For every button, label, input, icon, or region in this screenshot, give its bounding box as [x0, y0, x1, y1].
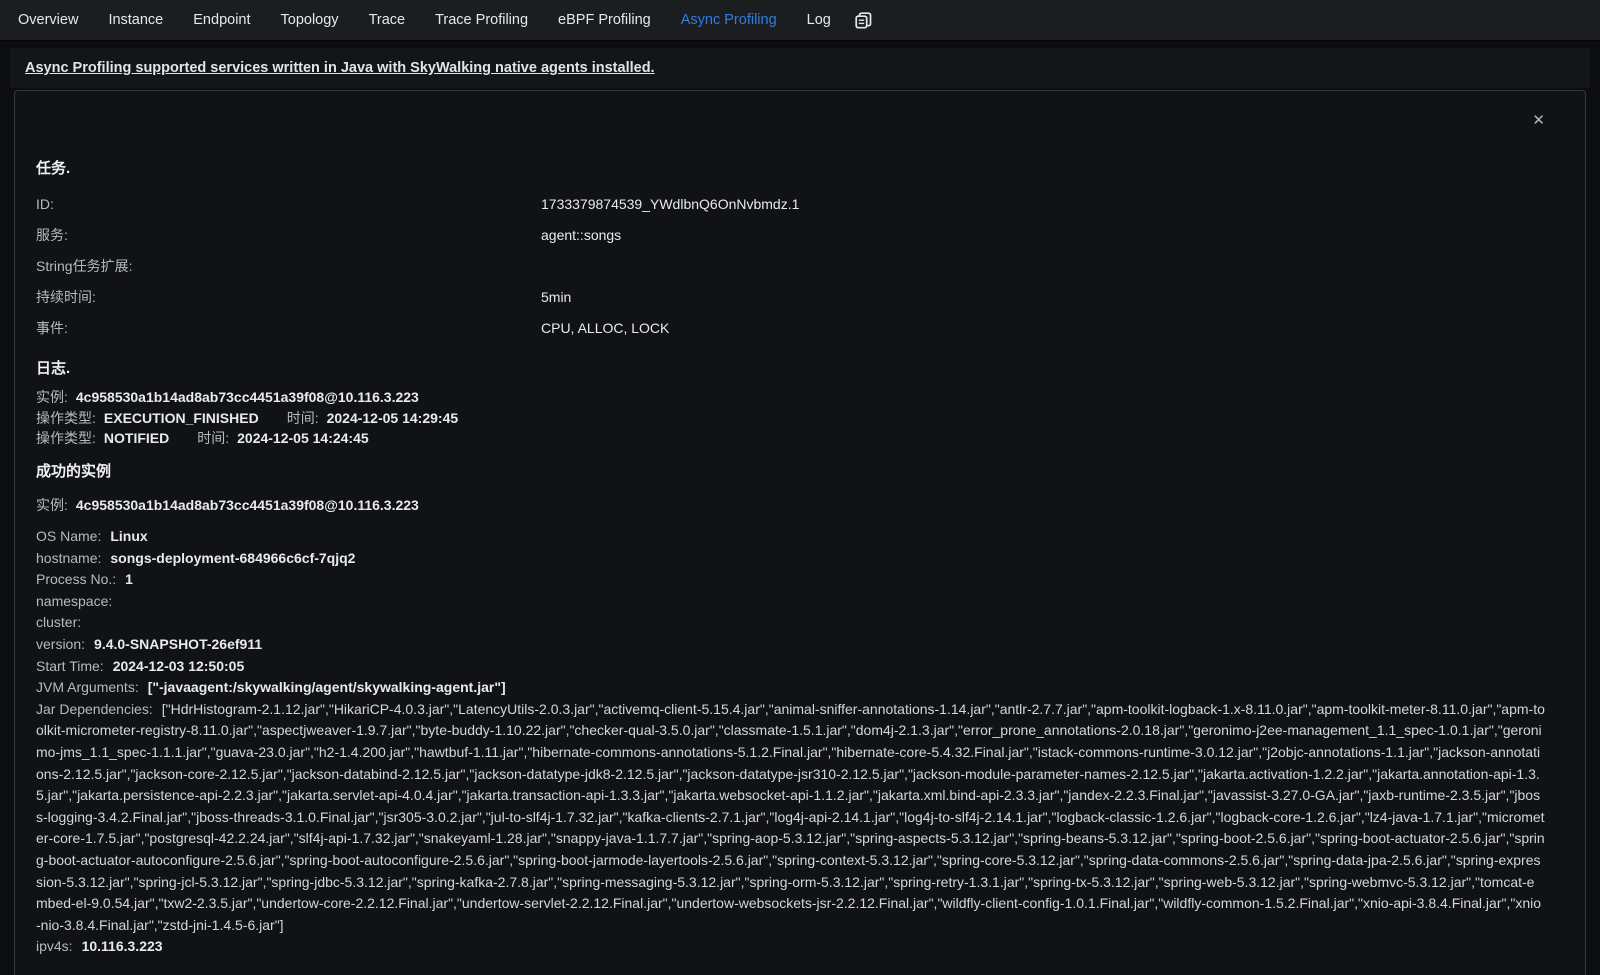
task-fields: ID: 1733379874539_YWdlbnQ6OnNvbmdz.1 服务:… [36, 188, 1545, 343]
top-nav: Overview Instance Endpoint Topology Trac… [0, 0, 1600, 41]
nav-tab[interactable]: Async Profiling [681, 12, 777, 28]
attribute-label: JVM Arguments: [36, 679, 139, 695]
instance-label: 实例: [36, 389, 68, 405]
attribute-row: Start Time: 2024-12-03 12:50:05 [36, 656, 1545, 678]
task-field-row: 事件: CPU, ALLOC, LOCK [36, 312, 1545, 343]
field-label: String任务扩展: [36, 256, 541, 276]
field-label: 持续时间: [36, 287, 541, 307]
field-value: agent::songs [541, 227, 621, 243]
task-field-row: String任务扩展: [36, 250, 1545, 281]
attribute-label: OS Name: [36, 528, 101, 544]
logs-section-title: 日志. [36, 357, 1545, 378]
field-value: 1733379874539_YWdlbnQ6OnNvbmdz.1 [541, 196, 799, 212]
nav-tab[interactable]: Overview [18, 12, 78, 28]
nav-tab[interactable]: Trace Profiling [435, 12, 528, 28]
attribute-label: hostname: [36, 550, 101, 566]
field-label: 事件: [36, 318, 541, 338]
log-instance-row: 实例: 4c958530a1b14ad8ab73cc4451a39f08@10.1… [36, 387, 1545, 408]
instance-attributes: OS Name: Linux hostname: songs-deployment-… [36, 526, 1545, 958]
attribute-value: Linux [110, 528, 147, 544]
task-field-row: ID: 1733379874539_YWdlbnQ6OnNvbmdz.1 [36, 188, 1545, 219]
nav-tab[interactable]: Log [807, 12, 831, 28]
log-entry-row: 操作类型: EXECUTION_FINISHED 时间: 2024-12-05 14:… [36, 408, 1545, 429]
attribute-value: 2024-12-03 12:50:05 [113, 658, 245, 674]
operation-type-value: EXECUTION_FINISHED [104, 410, 259, 426]
attribute-label: ipv4s: [36, 938, 73, 954]
attribute-row: ipv4s: 10.116.3.223 [36, 936, 1545, 958]
time-value: 2024-12-05 14:24:45 [237, 430, 369, 446]
success-instance-row: 实例: 4c958530a1b14ad8ab73cc4451a39f08@10.1… [36, 495, 1545, 516]
instance-value: 4c958530a1b14ad8ab73cc4451a39f08@10.116.… [76, 497, 419, 513]
time-label: 时间: [197, 430, 229, 446]
attribute-row: cluster: [36, 612, 1545, 634]
attribute-label: namespace: [36, 593, 112, 609]
attribute-value: ["-javaagent:/skywalking/agent/skywalkin… [148, 679, 506, 695]
nav-tab[interactable]: Topology [281, 12, 339, 28]
task-section-title: 任务. [36, 157, 1545, 178]
attribute-value: ["HdrHistogram-2.1.12.jar","HikariCP-4.0… [36, 701, 1545, 933]
task-field-row: 持续时间: 5min [36, 281, 1545, 312]
attribute-label: cluster: [36, 614, 81, 630]
nav-tab[interactable]: Endpoint [193, 12, 250, 28]
attribute-value: songs-deployment-684966c6cf-7qjq2 [110, 550, 355, 566]
attribute-value: 9.4.0-SNAPSHOT-26ef911 [94, 636, 262, 652]
time-label: 时间: [287, 410, 319, 426]
log-entry-row: 操作类型: NOTIFIED 时间: 2024-12-05 14:24:45 [36, 428, 1545, 449]
copy-docs-icon[interactable] [855, 12, 872, 29]
success-section-title: 成功的实例 [36, 460, 1545, 481]
log-entries: 操作类型: EXECUTION_FINISHED 时间: 2024-12-05 14:… [36, 408, 1545, 449]
operation-type-label: 操作类型: [36, 410, 96, 426]
attribute-value: 1 [125, 571, 133, 587]
task-field-row: 服务: agent::songs [36, 219, 1545, 250]
attribute-label: Start Time: [36, 658, 104, 674]
attribute-row: OS Name: Linux [36, 526, 1545, 548]
operation-type-label: 操作类型: [36, 430, 96, 446]
attribute-value: 10.116.3.223 [82, 938, 163, 954]
supported-services-link[interactable]: Async Profiling supported services writt… [25, 60, 655, 76]
nav-tab[interactable]: Instance [108, 12, 163, 28]
attribute-row: JVM Arguments: ["-javaagent:/skywalking/a… [36, 677, 1545, 699]
close-icon[interactable]: ✕ [1532, 113, 1545, 128]
instance-value: 4c958530a1b14ad8ab73cc4451a39f08@10.116.… [76, 389, 419, 405]
field-value: CPU, ALLOC, LOCK [541, 320, 669, 336]
attribute-label: Jar Dependencies: [36, 701, 153, 717]
attribute-row: hostname: songs-deployment-684966c6cf-7qj… [36, 548, 1545, 570]
banner: Async Profiling supported services writt… [10, 48, 1590, 88]
field-label: ID: [36, 196, 541, 212]
attribute-row: version: 9.4.0-SNAPSHOT-26ef911 [36, 634, 1545, 656]
attribute-row: namespace: [36, 591, 1545, 613]
operation-type-value: NOTIFIED [104, 430, 169, 446]
field-value: 5min [541, 289, 571, 305]
attribute-row: Process No.: 1 [36, 569, 1545, 591]
attribute-label: version: [36, 636, 85, 652]
task-detail-panel: ✕ 任务. ID: 1733379874539_YWdlbnQ6OnNvbmdz… [14, 90, 1586, 975]
instance-label: 实例: [36, 497, 68, 513]
field-label: 服务: [36, 225, 541, 245]
nav-tabs: Overview Instance Endpoint Topology Trac… [18, 12, 831, 28]
attribute-row: Jar Dependencies:["HdrHistogram-2.1.12.j… [36, 699, 1545, 937]
attribute-label: Process No.: [36, 571, 116, 587]
nav-tab[interactable]: eBPF Profiling [558, 12, 651, 28]
time-value: 2024-12-05 14:29:45 [327, 410, 459, 426]
nav-tab[interactable]: Trace [369, 12, 406, 28]
